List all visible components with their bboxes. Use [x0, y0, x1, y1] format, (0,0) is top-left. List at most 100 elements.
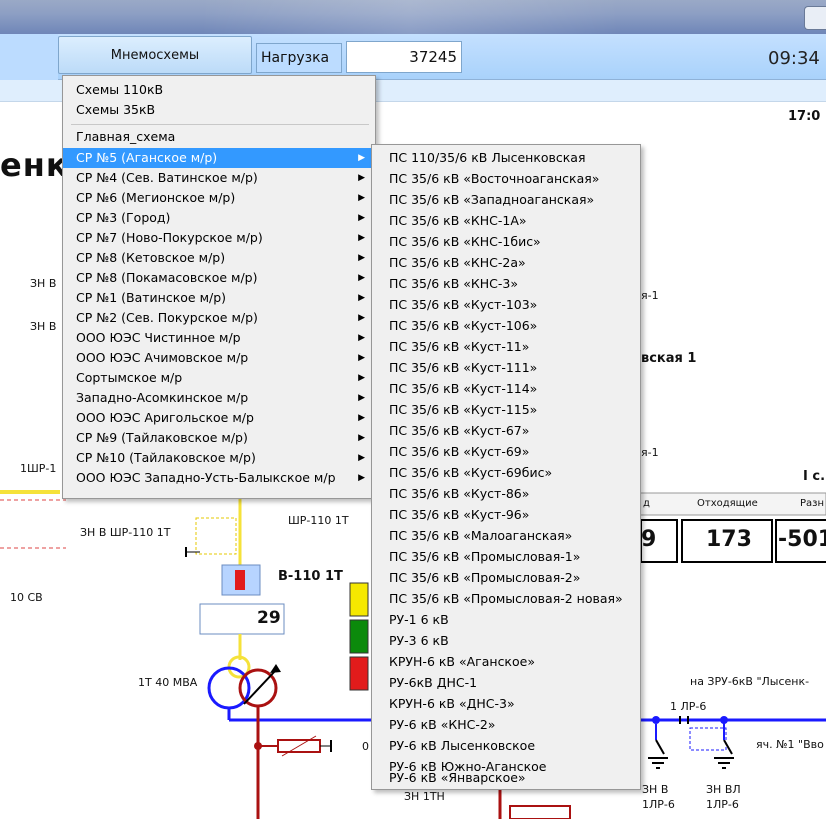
submenu-arrow-icon: ▶	[358, 453, 365, 463]
menu-item[interactable]: Схемы 110кВ	[63, 80, 375, 100]
menu-item[interactable]: СР №2 (Сев. Покурское м/р) ▶	[63, 308, 375, 328]
submenu-arrow-icon: ▶	[358, 253, 365, 263]
submenu-arrow-icon: ▶	[358, 473, 365, 483]
menu-item[interactable]: СР №9 (Тайлаковское м/р) ▶	[63, 428, 375, 448]
submenu-arrow-icon: ▶	[358, 233, 365, 243]
submenu-item[interactable]: КРУН-6 кВ «Аганское»	[372, 651, 640, 672]
submenu-item[interactable]: ПС 35/6 кВ «Восточноаганская»	[372, 168, 640, 189]
label-zru: на ЗРУ-6кВ "Лысенк-	[690, 675, 810, 688]
state-box-green	[349, 619, 369, 654]
label-lr6-a: 1ЛР-6	[642, 798, 675, 811]
submenu-arrow-icon: ▶	[358, 173, 365, 183]
menu-item[interactable]: Схемы 35кВ	[63, 100, 375, 120]
menu-item-label: Схемы 35кВ	[76, 102, 156, 117]
submenu-item[interactable]: ПС 35/6 кВ «Промысловая-2 новая»	[372, 588, 640, 609]
label-zn-v: ЗН В	[642, 783, 669, 796]
submenu-item[interactable]: РУ-6 кВ Лысенковское	[372, 735, 640, 756]
submenu-item[interactable]: ПС 35/6 кВ «Куст-115»	[372, 399, 640, 420]
submenu-item[interactable]: ПС 35/6 кВ «КНС-1бис»	[372, 231, 640, 252]
menu-item[interactable]: СР №7 (Ново-Покурское м/р) ▶	[63, 228, 375, 248]
menu-item[interactable]: СР №8 (Покамасовское м/р) ▶	[63, 268, 375, 288]
menu-item-label: СР №8 (Кетовское м/р)	[76, 250, 226, 265]
menu-separator	[71, 124, 369, 125]
menu-item-highlighted[interactable]: СР №5 (Аганское м/р) ▶	[63, 148, 375, 168]
menu-item-label: СР №8 (Покамасовское м/р)	[76, 270, 258, 285]
table-col-outgoing: Отходящие	[697, 498, 758, 509]
menu-item[interactable]: СР №4 (Сев. Ватинское м/р) ▶	[63, 168, 375, 188]
submenu-item[interactable]: ПС 110/35/6 кВ Лысенковская	[372, 147, 640, 168]
submenu-arrow-icon: ▶	[358, 193, 365, 203]
label-cell-1: яч. №1 "Вво	[756, 738, 824, 751]
menu-item-label: СР №9 (Тайлаковское м/р)	[76, 430, 248, 445]
submenu-item[interactable]: ПС 35/6 кВ «КНС-1А»	[372, 210, 640, 231]
state-box-yellow	[349, 582, 369, 617]
label-v110: В-110 1Т	[278, 569, 343, 584]
submenu-arrow-icon: ▶	[358, 413, 365, 423]
ground-switch	[655, 739, 665, 755]
menu-item-label: ООО ЮЭС Чистинное м/р	[76, 330, 241, 345]
submenu-arrow-icon: ▶	[358, 393, 365, 403]
menu-item-label: Западно-Асомкинское м/р	[76, 390, 249, 405]
submenu-item[interactable]: ПС 35/6 кВ «Куст-111»	[372, 357, 640, 378]
menu-item[interactable]: СР №1 (Ватинское м/р) ▶	[63, 288, 375, 308]
label-section: I с.	[803, 469, 826, 484]
submenu-item[interactable]: ПС 35/6 кВ «Куст-69»	[372, 441, 640, 462]
yellow-dashed-frame	[195, 517, 237, 555]
table-col-diff: Разн	[800, 498, 825, 509]
submenu-item[interactable]: РУ-6 кВ «Январское»	[372, 767, 640, 788]
menu-item-label: СР №5 (Аганское м/р)	[76, 150, 218, 165]
label-lr6-b: 1ЛР-6	[706, 798, 739, 811]
submenu-item[interactable]: КРУН-6 кВ «ДНС-3»	[372, 693, 640, 714]
menu-item[interactable]: СР №10 (Тайлаковское м/р) ▶	[63, 448, 375, 468]
menu-item-label: ООО ЮЭС Западно-Усть-Балыкское м/р	[76, 470, 336, 485]
menu-item[interactable]: СР №6 (Мегионское м/р) ▶	[63, 188, 375, 208]
submenu-item[interactable]: РУ-3 6 кВ	[372, 630, 640, 651]
label-lr6: 1 ЛР-6	[670, 700, 707, 713]
submenu-item[interactable]: ПС 35/6 кВ «Куст-114»	[372, 378, 640, 399]
menu-item-label: Главная_схема	[76, 129, 176, 144]
submenu-item[interactable]: ПС 35/6 кВ «Куст-67»	[372, 420, 640, 441]
menu-item[interactable]: ООО ЮЭС Чистинное м/р ▶	[63, 328, 375, 348]
submenu-arrow-icon: ▶	[358, 293, 365, 303]
submenu-item[interactable]: ПС 35/6 кВ «Куст-69бис»	[372, 462, 640, 483]
menu-item-label: ООО ЮЭС Аригольское м/р	[76, 410, 254, 425]
submenu-item[interactable]: РУ-6 кВ «КНС-2»	[372, 714, 640, 735]
submenu-item[interactable]: ПС 35/6 кВ «Малоаганская»	[372, 525, 640, 546]
menu-item[interactable]: ООО ЮЭС Ачимовское м/р ▶	[63, 348, 375, 368]
submenu-item[interactable]: ПС 35/6 кВ «КНС-2а»	[372, 252, 640, 273]
menu-item[interactable]: Западно-Асомкинское м/р ▶	[63, 388, 375, 408]
table-value-9: 9	[641, 527, 657, 552]
menu-item[interactable]: Главная_схема	[63, 127, 375, 147]
submenu-item[interactable]: ПС 35/6 кВ «Куст-86»	[372, 483, 640, 504]
menu-item[interactable]: СР №8 (Кетовское м/р) ▶	[63, 248, 375, 268]
submenu-item[interactable]: РУ-6кВ ДНС-1	[372, 672, 640, 693]
label-zn-1tn: ЗН 1ТН	[404, 790, 445, 803]
red-element	[509, 805, 571, 819]
submenu-item[interactable]: ПС 35/6 кВ «Западноаганская»	[372, 189, 640, 210]
label-zn-shr: ЗН В ШР-110 1Т	[80, 526, 171, 539]
submenu-item[interactable]: ПС 35/6 кВ «Куст-103»	[372, 294, 640, 315]
table-value-173: 173	[706, 527, 752, 552]
label-shr-left: 1ШР-1	[20, 462, 57, 475]
state-box-red	[349, 656, 369, 691]
menu-item[interactable]: Сортымское м/р ▶	[63, 368, 375, 388]
label-zn-vl: ЗН ВЛ	[706, 783, 741, 796]
submenu-item[interactable]: ПС 35/6 кВ «Куст-96»	[372, 504, 640, 525]
submenu-item[interactable]: ПС 35/6 кВ «Куст-106»	[372, 315, 640, 336]
submenu-item[interactable]: ПС 35/6 кВ «Промысловая-1»	[372, 546, 640, 567]
submenu-item[interactable]: ПС 35/6 кВ «Куст-11»	[372, 336, 640, 357]
submenu-item[interactable]: ПС 35/6 кВ «Промысловая-2»	[372, 567, 640, 588]
label-a3: я-1	[641, 446, 659, 459]
submenu-item[interactable]: ПС 35/6 кВ «КНС-3»	[372, 273, 640, 294]
submenu-item[interactable]: РУ-1 6 кВ	[372, 609, 640, 630]
transformer-coil	[207, 666, 251, 710]
menu-item[interactable]: ООО ЮЭС Аригольское м/р ▶	[63, 408, 375, 428]
menu-item[interactable]: ООО ЮЭС Западно-Усть-Балыкское м/р ▶	[63, 468, 375, 488]
time-label: 17:0	[788, 109, 821, 124]
menu-item-label: Схемы 110кВ	[76, 82, 164, 97]
menu-item-label: СР №4 (Сев. Ватинское м/р)	[76, 170, 258, 185]
label-zn-b-2: ЗН В	[30, 320, 57, 333]
submenu-arrow-icon: ▶	[358, 433, 365, 443]
label-zero: 0	[362, 740, 369, 753]
menu-item[interactable]: СР №3 (Город) ▶	[63, 208, 375, 228]
